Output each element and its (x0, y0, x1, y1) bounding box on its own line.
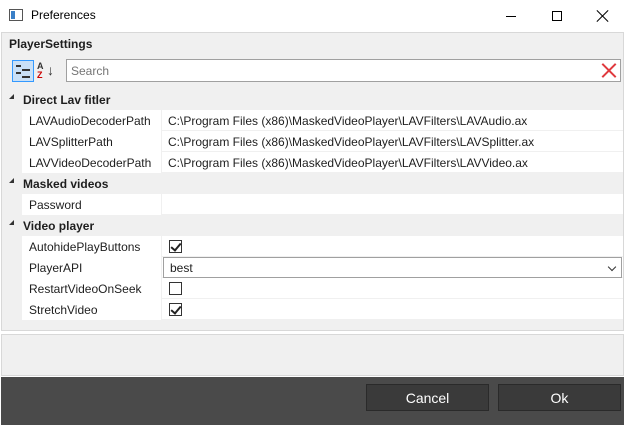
collapse-triangle-icon[interactable] (9, 220, 14, 225)
minimize-button[interactable] (488, 0, 534, 32)
search-input[interactable] (67, 60, 597, 81)
category-direct-lav-filter[interactable]: Direct Lav fitler (2, 89, 623, 110)
app-window-icon (9, 9, 23, 21)
search-box (66, 59, 621, 82)
property-row: RestartVideoOnSeek (2, 278, 623, 299)
property-name: PlayerAPI (2, 257, 162, 278)
collapse-triangle-icon[interactable] (9, 178, 14, 183)
maximize-button[interactable] (534, 0, 580, 32)
lav-audio-decoder-path-value[interactable]: C:\Program Files (x86)\MaskedVideoPlayer… (162, 110, 623, 131)
category-video-player[interactable]: Video player (2, 215, 623, 236)
property-name: LAVAudioDecoderPath (2, 110, 162, 131)
close-button[interactable] (580, 0, 626, 32)
alphabetical-sort-button[interactable]: A Z ↓ (34, 60, 56, 82)
player-api-selected-value: best (170, 261, 193, 275)
property-row: AutohidePlayButtons (2, 236, 623, 257)
property-list: Direct Lav fitler LAVAudioDecoderPath C:… (2, 89, 623, 320)
restart-video-on-seek-checkbox[interactable] (169, 282, 182, 295)
cancel-button[interactable]: Cancel (366, 384, 489, 411)
property-row: LAVAudioDecoderPath C:\Program Files (x8… (2, 110, 623, 131)
sort-alphabetical-icon: A Z ↓ (37, 61, 54, 80)
collapse-triangle-icon[interactable] (9, 94, 14, 99)
player-api-select[interactable]: best (163, 257, 622, 278)
clear-search-icon[interactable] (601, 63, 616, 78)
ok-button[interactable]: Ok (498, 384, 621, 411)
property-name: RestartVideoOnSeek (2, 278, 162, 299)
property-row: LAVVideoDecoderPath C:\Program Files (x8… (2, 152, 623, 173)
category-label: Masked videos (23, 177, 109, 191)
chevron-down-icon (607, 262, 617, 272)
password-value[interactable] (162, 194, 623, 215)
close-icon (597, 10, 609, 22)
autohide-play-buttons-checkbox[interactable] (169, 240, 182, 253)
categorized-icon (16, 64, 30, 78)
dialog-footer: Cancel Ok (1, 377, 624, 425)
property-name: LAVSplitterPath (2, 131, 162, 152)
description-panel (1, 334, 624, 376)
minimize-icon (506, 15, 516, 17)
property-row: StretchVideo (2, 299, 623, 320)
grid-toolbar: A Z ↓ (2, 59, 623, 83)
property-grid: PlayerSettings AZ↓ Direct Lav fitler LAV… (1, 32, 624, 331)
property-row: PlayerAPI best (2, 257, 623, 278)
property-name: StretchVideo (2, 299, 162, 320)
lav-splitter-path-value[interactable]: C:\Program Files (x86)\MaskedVideoPlayer… (162, 131, 623, 152)
grid-header: PlayerSettings (9, 37, 93, 51)
maximize-icon (552, 11, 562, 21)
stretch-video-checkbox[interactable] (169, 303, 182, 316)
property-name: Password (2, 194, 162, 215)
title-bar[interactable]: Preferences (0, 0, 626, 32)
lav-video-decoder-path-value[interactable]: C:\Program Files (x86)\MaskedVideoPlayer… (162, 152, 623, 173)
property-row: Password (2, 194, 623, 215)
category-masked-videos[interactable]: Masked videos (2, 173, 623, 194)
category-label: Direct Lav fitler (23, 93, 111, 107)
window-title: Preferences (31, 8, 96, 22)
category-label: Video player (23, 219, 95, 233)
property-row: LAVSplitterPath C:\Program Files (x86)\M… (2, 131, 623, 152)
property-name: LAVVideoDecoderPath (2, 152, 162, 173)
categorized-view-button[interactable] (12, 60, 34, 82)
property-name: AutohidePlayButtons (2, 236, 162, 257)
